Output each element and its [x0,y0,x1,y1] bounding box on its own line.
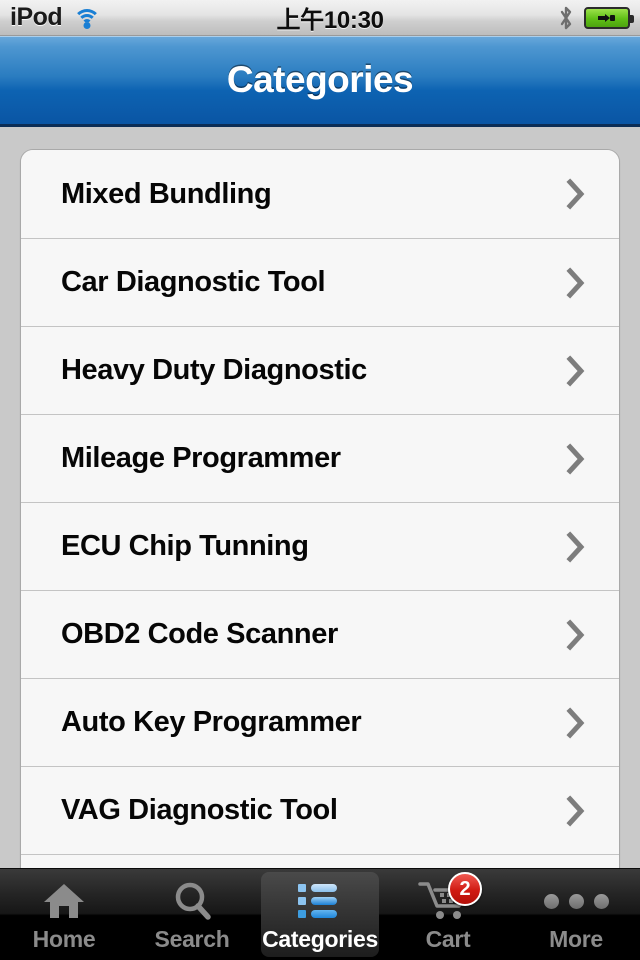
list-item[interactable]: Auto Key Programmer [21,678,619,766]
list-item-label: ECU Chip Tunning [61,530,309,562]
chevron-right-icon [565,794,587,828]
tab-home[interactable]: Home [0,869,128,960]
list-icon [298,880,342,922]
list-item[interactable]: ECU Chip Tunning [21,502,619,590]
cart-icon: 2 [418,872,482,922]
chevron-right-icon [565,354,587,388]
categories-table-group: Mixed Bundling Car Diagnostic Tool Heavy… [20,149,620,868]
categories-scroll-view[interactable]: Mixed Bundling Car Diagnostic Tool Heavy… [0,130,640,868]
page-title: Categories [226,59,414,100]
carrier-label: iPod [10,3,63,31]
tab-more-label: More [549,926,603,952]
list-item[interactable]: Mixed Bundling [21,150,619,238]
chevron-right-icon [565,442,587,476]
cart-icon-wrapper: 2 [418,872,482,922]
home-icon [42,880,86,922]
bluetooth-icon [558,6,574,30]
search-icon [170,880,214,922]
tab-home-label: Home [32,926,96,952]
navigation-bar: Categories [0,36,640,127]
tab-search-label: Search [154,926,230,952]
wifi-icon [72,7,102,29]
tab-categories[interactable]: Categories [256,869,384,960]
ellipsis-icon [543,880,609,922]
list-item[interactable]: Car Diagnostic Tool [21,238,619,326]
list-item[interactable]: VAG Diagnostic Tool [21,766,619,854]
tab-more[interactable]: More [512,869,640,960]
cart-badge: 2 [448,872,482,906]
list-item-label: Auto Key Programmer [61,706,362,738]
tab-search[interactable]: Search [128,869,256,960]
status-bar-time: 上午10:30 [276,7,384,34]
chevron-right-icon [565,530,587,564]
list-item-label: VAG Diagnostic Tool [61,794,338,826]
chevron-right-icon [565,618,587,652]
tab-cart-label: Cart [425,926,471,952]
chevron-right-icon [565,177,587,211]
chevron-right-icon [565,266,587,300]
tab-bar: Home Search Categories 2 Cart More [0,868,640,960]
list-item-label: Car Diagnostic Tool [61,266,326,298]
list-item[interactable]: Mileage Programmer [21,414,619,502]
list-item[interactable]: OBD2 Code Scanner [21,590,619,678]
chevron-right-icon [565,706,587,740]
list-item[interactable] [21,854,619,868]
list-item[interactable]: Heavy Duty Diagnostic [21,326,619,414]
battery-charging-icon [584,6,634,29]
tab-categories-label: Categories [262,926,378,952]
phone-screen: iPod 上午10:30 Categories Mixed Bundling C… [0,0,640,960]
list-item-label: Mixed Bundling [61,177,272,210]
status-bar-left: iPod [10,3,102,32]
tab-cart[interactable]: 2 Cart [384,869,512,960]
status-bar-right [558,6,634,30]
status-bar: iPod 上午10:30 [0,0,640,36]
list-item-label: Heavy Duty Diagnostic [61,354,367,386]
list-item-label: Mileage Programmer [61,442,341,474]
list-item-label: OBD2 Code Scanner [61,618,338,650]
